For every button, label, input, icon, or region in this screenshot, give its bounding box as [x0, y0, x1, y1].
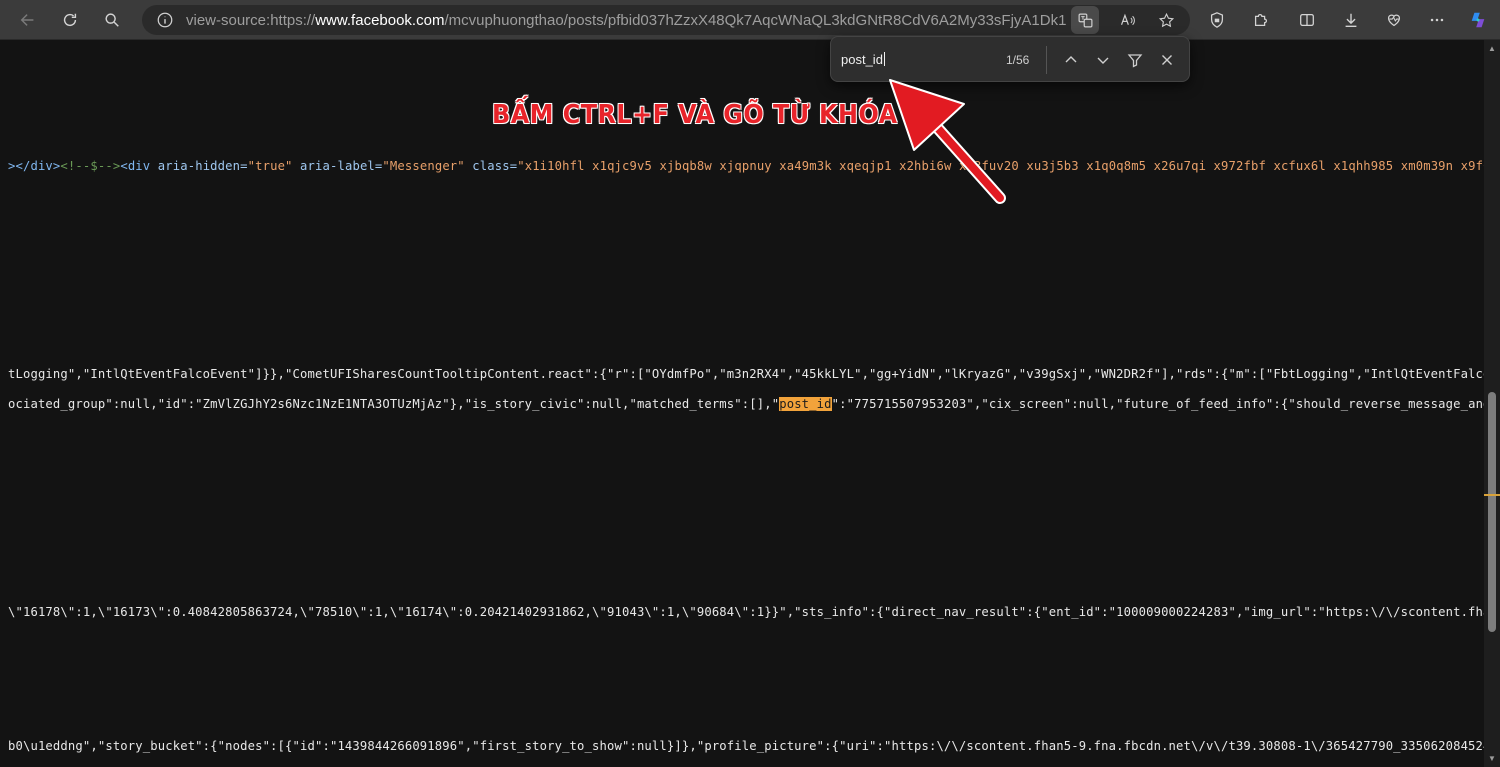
source-line-5: b0\u1eddng","story_bucket":{"nodes":[{"i… — [8, 739, 1484, 753]
shield-button[interactable] — [1201, 4, 1233, 36]
scroll-thumb[interactable] — [1488, 392, 1496, 632]
url-text[interactable]: view-source:https://www.facebook.com/mcv… — [186, 12, 1066, 29]
extensions-button[interactable] — [1245, 4, 1277, 36]
translate-button[interactable] — [1071, 6, 1099, 34]
favorite-star-icon — [1158, 12, 1174, 27]
code-text: ":"775715507953203","cix_screen":null,"f… — [831, 397, 1484, 411]
split-screen-button[interactable] — [1291, 4, 1323, 36]
copilot-icon — [1471, 12, 1485, 28]
find-match-marker — [1484, 494, 1500, 496]
code-comment: <!--$--> — [60, 159, 121, 173]
search-button[interactable] — [96, 4, 128, 36]
refresh-button[interactable] — [54, 4, 86, 36]
back-icon — [20, 14, 34, 26]
find-filter-button[interactable] — [1121, 46, 1149, 74]
info-icon[interactable] — [156, 11, 174, 29]
shield-icon — [1210, 12, 1224, 28]
vertical-scrollbar[interactable]: ▲ ▼ — [1484, 40, 1500, 767]
extensions-icon — [1254, 13, 1268, 27]
split-screen-icon — [1300, 13, 1314, 27]
code-tag: <div — [120, 159, 151, 173]
chevron-up-icon — [1065, 56, 1077, 63]
filter-icon — [1127, 54, 1143, 68]
translate-icon — [1078, 13, 1092, 27]
downloads-icon — [1345, 13, 1357, 27]
source-line-4: \"16178\":1,\"16173\":0.40842805863724,\… — [8, 605, 1484, 619]
code-value: "Messenger" — [382, 159, 465, 173]
code-attr: aria-label= — [292, 159, 383, 173]
search-icon — [105, 13, 119, 27]
find-previous-button[interactable] — [1057, 46, 1085, 74]
more-icon — [1430, 18, 1444, 22]
downloads-button[interactable] — [1335, 4, 1367, 36]
view-source-content: ></div><!--$--><div aria-hidden="true" a… — [4, 40, 1484, 767]
more-button[interactable] — [1421, 4, 1453, 36]
browser-toolbar: view-source:https://www.facebook.com/mcv… — [0, 0, 1500, 40]
find-match-count: 1/56 — [1006, 53, 1030, 67]
text-caret — [883, 52, 885, 66]
address-bar[interactable]: view-source:https://www.facebook.com/mcv… — [142, 5, 1190, 35]
url-prefix: view-source:https:// — [186, 11, 316, 29]
chevron-down-icon — [1097, 57, 1109, 64]
find-close-button[interactable] — [1153, 46, 1181, 74]
refresh-icon — [63, 13, 77, 27]
scroll-down-icon[interactable]: ▼ — [1488, 754, 1496, 763]
scroll-up-icon[interactable]: ▲ — [1488, 44, 1496, 53]
code-token: ></div> — [8, 159, 61, 173]
find-query-text: post_id — [841, 52, 883, 67]
find-input[interactable]: post_id — [841, 52, 885, 67]
copilot-button[interactable] — [1462, 4, 1494, 36]
url-domain: www.facebook.com — [315, 11, 445, 29]
url-path: /mcvuphuongthao/posts/pfbid037hZzxX48Qk7… — [444, 11, 1066, 29]
source-line-3: ociated_group":null,"id":"ZmVlZGJhY2s6Nz… — [8, 397, 1484, 411]
read-aloud-icon — [1120, 13, 1135, 25]
favorite-button[interactable] — [1152, 6, 1180, 34]
instruction-annotation: BẤM CTRL+F VÀ GÕ TỪ KHÓA — [492, 100, 898, 130]
source-line-1: ></div><!--$--><div aria-hidden="true" a… — [8, 159, 1484, 173]
find-divider — [1046, 46, 1047, 74]
find-match-highlight: post_id — [779, 397, 832, 411]
read-aloud-button[interactable] — [1113, 6, 1141, 34]
performance-button[interactable] — [1378, 4, 1410, 36]
code-text: ociated_group":null,"id":"ZmVlZGJhY2s6Nz… — [8, 397, 780, 411]
find-next-button[interactable] — [1089, 46, 1117, 74]
code-value: "true" — [247, 159, 293, 173]
close-icon — [1162, 55, 1172, 65]
source-line-2: tLogging","IntlQtEventFalcoEvent"]}},"Co… — [8, 367, 1484, 381]
code-attr: class= — [464, 159, 518, 173]
red-arrow-icon — [889, 79, 1006, 204]
code-attr: aria-hidden= — [150, 159, 248, 173]
performance-icon — [1387, 14, 1401, 27]
back-button[interactable] — [12, 4, 44, 36]
